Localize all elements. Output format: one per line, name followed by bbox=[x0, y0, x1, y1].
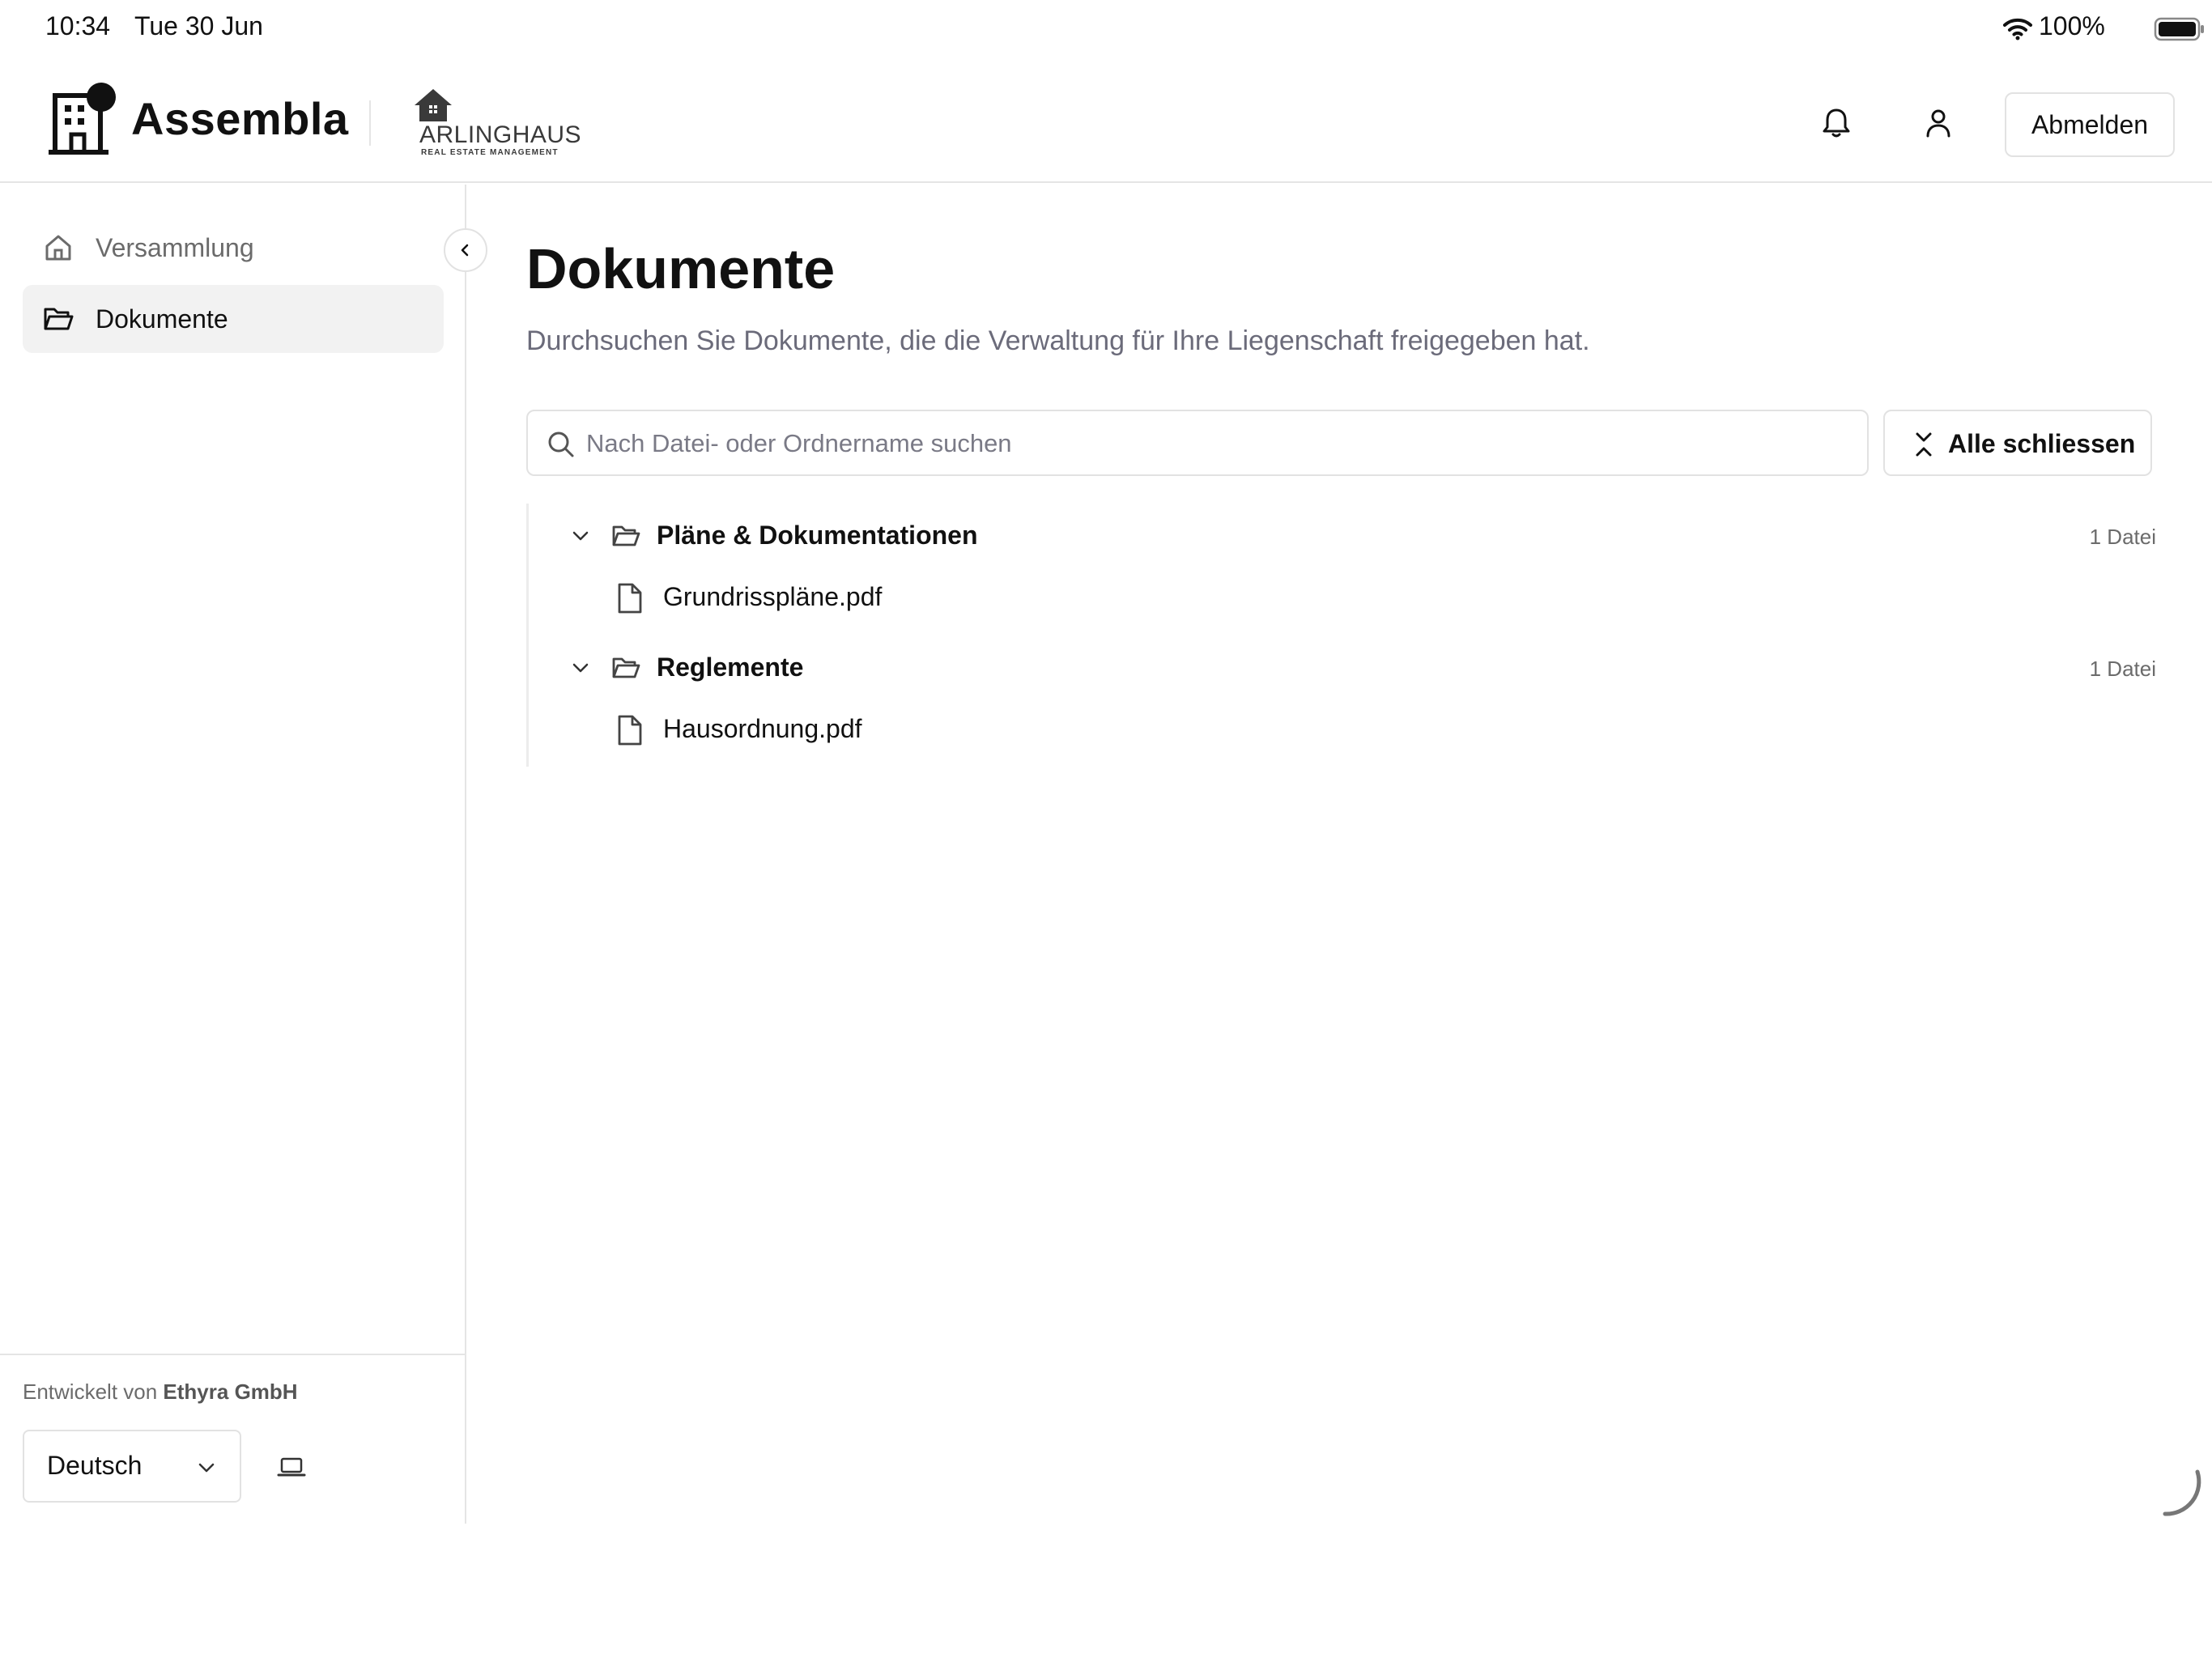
folder-open-icon bbox=[610, 652, 642, 684]
wifi-icon bbox=[2001, 16, 2034, 40]
collapse-all-button[interactable]: Alle schliessen bbox=[1883, 410, 2152, 476]
file-icon bbox=[613, 713, 645, 747]
page-subtitle: Durchsuchen Sie Dokumente, die die Verwa… bbox=[526, 325, 1590, 356]
chevron-down-icon[interactable] bbox=[568, 655, 593, 681]
chevron-down-icon bbox=[194, 1456, 219, 1480]
page-title: Dokumente bbox=[526, 237, 836, 300]
sidebar-item-dokumente[interactable]: Dokumente bbox=[23, 285, 444, 353]
folder-row[interactable]: Pläne & Dokumentationen 1 Datei bbox=[529, 507, 2156, 565]
main-content: Dokumente Durchsuchen Sie Dokumente, die… bbox=[468, 185, 2212, 1524]
bell-icon bbox=[1823, 108, 1850, 138]
folder-open-icon bbox=[610, 520, 642, 552]
app-header: Assembla ARLINGHAUS REAL ESTATE MANAGEME… bbox=[0, 58, 2212, 183]
file-name: Grundrisspläne.pdf bbox=[663, 582, 883, 611]
sidebar-item-versammlung[interactable]: Versammlung bbox=[23, 214, 444, 282]
header-divider bbox=[369, 100, 371, 146]
developer-credit: Entwickelt von Ethyra GmbH bbox=[23, 1380, 298, 1405]
folder-row[interactable]: Reglemente 1 Datei bbox=[529, 639, 2156, 697]
language-value: Deutsch bbox=[47, 1451, 143, 1480]
status-date: Tue 30 Jun bbox=[134, 11, 263, 40]
partner-subtitle: REAL ESTATE MANAGEMENT bbox=[421, 148, 559, 157]
collapse-all-label: Alle schliessen bbox=[1948, 429, 2136, 458]
search-input[interactable] bbox=[586, 421, 1849, 466]
notifications-button[interactable] bbox=[1812, 99, 1861, 147]
status-bar: 10:34 Tue 30 Jun 100% bbox=[0, 0, 2212, 58]
language-select[interactable]: Deutsch bbox=[23, 1430, 241, 1503]
folder-file-count: 1 Datei bbox=[2089, 657, 2156, 681]
partner-name: ARLINGHAUS bbox=[419, 121, 582, 148]
file-row[interactable]: Hausordnung.pdf bbox=[529, 701, 2156, 759]
search-field bbox=[526, 410, 1869, 476]
sidebar-footer: Entwickelt von Ethyra GmbH Deutsch bbox=[0, 1354, 465, 1524]
credit-company[interactable]: Ethyra GmbH bbox=[163, 1380, 297, 1404]
profile-button[interactable] bbox=[1914, 99, 1963, 147]
app-name: Assembla bbox=[131, 93, 349, 144]
file-row[interactable]: Grundrisspläne.pdf bbox=[529, 569, 2156, 627]
document-tree: Pläne & Dokumentationen 1 Datei Grundris… bbox=[526, 504, 2156, 767]
house-logo-icon bbox=[413, 87, 453, 123]
user-icon bbox=[1926, 109, 1950, 138]
folder-open-icon bbox=[40, 301, 76, 337]
credit-prefix: Entwickelt von bbox=[23, 1380, 158, 1404]
file-name: Hausordnung.pdf bbox=[663, 714, 862, 743]
loading-spinner-icon bbox=[2154, 1464, 2212, 1522]
home-icon bbox=[40, 230, 76, 266]
laptop-icon bbox=[277, 1457, 306, 1477]
battery-percent: 100% bbox=[2039, 11, 2105, 40]
status-time: 10:34 bbox=[45, 11, 111, 40]
search-icon bbox=[546, 429, 576, 460]
file-icon bbox=[613, 581, 645, 615]
folder-name: Reglemente bbox=[657, 653, 804, 682]
collapse-icon bbox=[1909, 429, 1938, 460]
folder-name: Pläne & Dokumentationen bbox=[657, 521, 978, 550]
building-logo-icon[interactable] bbox=[49, 83, 121, 155]
display-mode-button[interactable] bbox=[270, 1446, 313, 1488]
folder-file-count: 1 Datei bbox=[2089, 525, 2156, 549]
sidebar-item-label: Versammlung bbox=[96, 232, 254, 262]
logout-button[interactable]: Abmelden bbox=[2005, 92, 2175, 157]
sidebar-item-label: Dokumente bbox=[96, 304, 228, 334]
battery-icon bbox=[2154, 16, 2206, 42]
chevron-down-icon[interactable] bbox=[568, 523, 593, 549]
sidebar: Versammlung Dokumente Entwickelt von Eth… bbox=[0, 185, 487, 1524]
